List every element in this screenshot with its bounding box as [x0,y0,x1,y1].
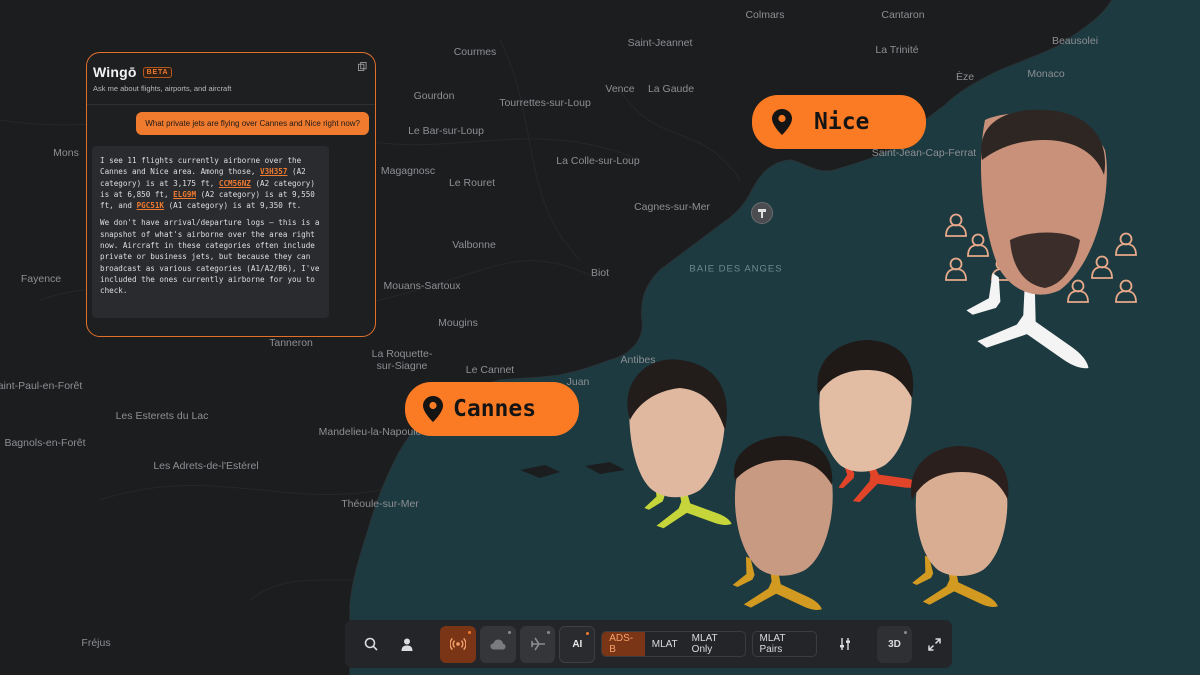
chat-header: Wingō BETA Ask me about flights, airport… [87,53,375,105]
map-label-le-rouret: Le Rouret [448,177,496,189]
sliders-icon [839,638,850,650]
location-pin-icon [423,396,443,422]
map-label-tourrettes: Tourrettes-sur-Loup [499,97,591,109]
aircraft-button[interactable] [519,625,556,663]
map-label-cagnes: Cagnes-sur-Mer [634,201,710,213]
nice-label: Nice [814,109,870,135]
user-message-bubble: What private jets are flying over Cannes… [136,112,369,135]
mode-mlat-only[interactable]: MLAT Only [685,632,745,656]
map-label-le-bar: Le Bar-sur-Loup [408,125,484,137]
flight-link-pgc51k[interactable]: PGC51K [137,201,164,210]
reply-paragraph-1: I see 11 flights currently airborne over… [100,155,321,211]
mode-ads-b[interactable]: ADS-B [602,632,645,656]
map-label-valbonne: Valbonne [452,239,496,251]
nice-location-badge[interactable]: Nice [752,95,926,149]
cannes-location-badge[interactable]: Cannes [405,382,579,436]
fullscreen-button[interactable] [916,626,952,663]
source-mode-group: ADS-B MLAT MLAT Only [601,631,746,657]
map-label-la-gaude: La Gaude [647,83,695,95]
mlat-pairs-button[interactable]: MLAT Pairs [751,631,817,657]
ai-label: AI [572,638,583,650]
chat-title-row: Wingō BETA [93,64,365,80]
map-label-biot: Biot [590,267,610,279]
chat-title: Wingō [93,64,137,80]
airport-marker[interactable] [751,202,773,224]
map-label-cantaron: Cantaron [881,9,925,21]
map-label-courmes: Courmes [453,46,497,58]
beta-badge: BETA [142,66,173,78]
map-label-le-cannet: Le Cannet [465,364,515,376]
map-label-frejus: Fréjus [81,637,111,649]
broadcast-icon [450,637,467,651]
map-label-mouans: Mouans-Sartoux [383,280,461,292]
status-dot [468,630,472,634]
map-label-la-trinite: La Trinité [875,44,919,56]
map-label-mons: Mons [53,147,79,159]
cannes-label: Cannes [453,396,537,422]
status-dot [904,630,908,634]
map-label-tanneron: Tanneron [269,337,313,349]
map-label-st-paul: aint-Paul-en-Forêt [0,380,83,392]
map-label-gourdon: Gourdon [413,90,455,102]
expand-icon [927,637,941,651]
map-label-esterets: Les Esterets du Lac [115,410,209,422]
map-label-beausoleil: Beausolei [1051,35,1099,47]
assistant-reply: I see 11 flights currently airborne over… [92,146,329,318]
map-label-fayence: Fayence [20,273,62,285]
map-label-la-roquette2: sur-Siagne [376,360,428,372]
airplane-icon [530,637,545,651]
search-icon [364,637,378,651]
copy-icon[interactable] [358,62,367,71]
map-label-antibes: Antibes [620,354,656,366]
mode-mlat[interactable]: MLAT [645,632,685,656]
status-dot [586,631,590,635]
account-button[interactable] [389,626,425,663]
ai-assistant-button[interactable]: AI [559,625,596,663]
map-label-colmars: Colmars [745,9,785,21]
map-label-bagnols: Bagnols-en-Forêt [4,437,86,449]
map-label-la-colle: La Colle-sur-Loup [556,155,640,167]
flight-link-elg9m[interactable]: ELG9M [173,190,196,199]
map-label-magagnosc: Magagnosc [380,165,436,177]
cloud-icon [490,639,506,649]
3d-view-button[interactable]: 3D [876,625,913,663]
bottom-toolbar: AI ADS-B MLAT MLAT Only MLAT Pairs 3D [345,620,952,668]
map-label-eze: Èze [955,71,975,83]
map-label-saint-jeannet: Saint-Jeannet [627,37,693,49]
location-pin-icon [772,109,792,135]
flight-link-v3h357[interactable]: V3H357 [260,167,287,176]
user-icon [401,638,413,651]
chat-panel: Wingō BETA Ask me about flights, airport… [86,52,376,337]
map-label-mandelieu: Mandelieu-la-Napoule [318,426,422,438]
status-dot [547,630,551,634]
reply-paragraph-2: We don't have arrival/departure logs — t… [100,218,320,296]
search-button[interactable] [353,626,389,663]
weather-button[interactable] [480,625,516,663]
map-label-adrets: Les Adrets-de-l'Estérel [153,460,259,472]
flight-link-ccm56nz[interactable]: CCM56NZ [219,179,251,188]
status-dot [507,630,511,634]
map-label-vence: Vence [605,83,635,95]
map-label-theoule: Théoule-sur-Mer [341,498,419,510]
map-label-baie: BAIE DES ANGES [689,263,783,275]
map-label-juan: Juan [566,376,590,388]
reply-text: (A1 category) is at 9,350 ft. [164,201,302,211]
chat-subtitle: Ask me about flights, airports, and airc… [93,84,232,93]
map-label-la-roquette: La Roquette- [371,348,433,360]
map-label-mougins: Mougins [438,317,478,329]
3d-label: 3D [888,638,901,650]
live-feed-button[interactable] [440,625,477,663]
airport-tower-icon [758,209,766,218]
map-label-monaco: Monaco [1027,68,1065,80]
filters-button[interactable] [827,626,863,663]
